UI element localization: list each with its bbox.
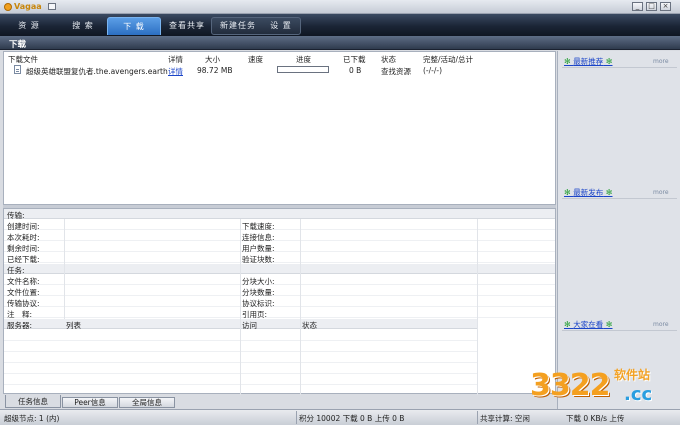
popular-link[interactable]: ✻ 大家在看 ✻	[564, 319, 613, 330]
task-settings-group: 新建任务 设 置	[211, 17, 301, 35]
file-size: 98.72 MB	[197, 66, 233, 75]
peer-counts: (-/-/-)	[423, 66, 443, 75]
more-link[interactable]: more	[653, 189, 669, 196]
latest-release-title: 最新发布	[573, 188, 604, 197]
section-header: 下载	[0, 36, 680, 50]
detail-row: 传输协议: 协议标识:	[4, 296, 555, 308]
progress-bar	[277, 66, 329, 73]
main-nav: 资 源 搜 索 下 载 查看共享 新建任务 设 置	[0, 14, 680, 36]
tab-view-shares[interactable]: 查看共享	[160, 17, 214, 35]
watermark-number: 3322	[530, 368, 610, 403]
settings-button[interactable]: 设 置	[262, 18, 300, 34]
latest-recommend-link[interactable]: ✻ 最新推荐 ✻	[564, 56, 613, 67]
app-logo-icon	[4, 3, 12, 11]
more-link[interactable]: more	[653, 58, 669, 65]
popular-title: 大家在看	[573, 320, 604, 329]
app-name: Vagaa	[14, 2, 42, 11]
star-icon: ✻	[603, 188, 613, 197]
status-separator	[477, 411, 478, 424]
star-icon: ✻	[603, 57, 613, 66]
column-divider	[64, 219, 65, 319]
tab-global-info[interactable]: 全局信息	[119, 397, 175, 408]
window-menu-icon[interactable]	[48, 3, 56, 10]
download-list[interactable]: 下载文件 详情 大小 速度 进度 已下载 状态 完整/活动/总计 超级英雄联盟复…	[3, 51, 556, 205]
transfer-section-header: 传输:	[4, 209, 555, 220]
star-icon: ✻	[564, 188, 574, 197]
points-status: 积分 10002 下载 0 B 上传 0 B	[299, 414, 405, 423]
latest-recommend-block: ✻ 最新推荐 ✻ more	[558, 54, 680, 68]
info-tabs: 任务信息 Peer信息 全局信息	[3, 395, 556, 409]
detail-row: 注 释: 引用页:	[4, 307, 555, 319]
file-name: 超级英雄联盟复仇者.the.avengers.earth	[26, 67, 168, 76]
download-status: 查找资源	[381, 67, 411, 76]
detail-row: 本次耗时: 连接信息:	[4, 230, 555, 242]
popular-block: ✻ 大家在看 ✻ more	[558, 317, 680, 331]
column-divider	[477, 219, 478, 395]
star-icon: ✻	[564, 320, 574, 329]
divider	[562, 198, 677, 199]
latest-recommend-title: 最新推荐	[573, 57, 604, 66]
watermark-site-name: 软件站	[614, 368, 651, 382]
task-section-header: 任务:	[4, 264, 555, 275]
detail-row: 剩余时间: 用户数量:	[4, 241, 555, 253]
recommendation-panel: ✻ 最新推荐 ✻ more ✻ 最新发布 ✻ more ✻ 大家在看 ✻ mor…	[557, 51, 680, 409]
title-bar: Vagaa _ □ ×	[0, 0, 680, 14]
tab-resources[interactable]: 资 源	[2, 17, 56, 35]
divider	[562, 67, 677, 68]
minimize-button[interactable]: _	[632, 2, 643, 11]
latest-release-block: ✻ 最新发布 ✻ more	[558, 185, 680, 199]
maximize-button[interactable]: □	[646, 2, 657, 11]
download-list-header: 下载文件 详情 大小 速度 进度 已下载 状态 完整/活动/总计	[4, 52, 555, 64]
detail-row: 文件位置: 分块数量:	[4, 285, 555, 297]
close-button[interactable]: ×	[660, 2, 671, 11]
column-divider	[300, 219, 301, 395]
section-title: 下载	[9, 40, 27, 50]
tab-peer-info[interactable]: Peer信息	[62, 397, 118, 408]
new-task-button[interactable]: 新建任务	[214, 18, 262, 34]
task-details-pane: 传输: 创建时间: 下载速度: 本次耗时: 连接信息: 剩余时间: 用户数量: …	[3, 208, 556, 395]
column-divider	[240, 219, 241, 395]
table-row[interactable]: 超级英雄联盟复仇者.the.avengers.earth 详情 98.72 MB…	[4, 64, 555, 76]
detail-row: 文件名称: 分块大小:	[4, 274, 555, 286]
super-nodes-status: 超级节点: 1 (内)	[4, 414, 60, 423]
more-link[interactable]: more	[653, 321, 669, 328]
downloaded-amount: 0 B	[349, 66, 362, 75]
details-link[interactable]: 详情	[168, 66, 183, 77]
divider	[562, 330, 677, 331]
detail-row: 已经下载: 验证块数:	[4, 252, 555, 264]
shared-calc-status: 共享计算: 空闲	[480, 414, 530, 423]
file-icon	[14, 65, 21, 74]
watermark-domain: .cc	[624, 384, 653, 405]
latest-release-link[interactable]: ✻ 最新发布 ✻	[564, 187, 613, 198]
tab-download[interactable]: 下 载	[107, 17, 161, 35]
status-separator	[296, 411, 297, 424]
detail-row: 创建时间: 下载速度:	[4, 219, 555, 231]
speed-status: 下载 0 KB/s 上传	[566, 414, 625, 423]
star-icon: ✻	[603, 320, 613, 329]
tab-search[interactable]: 搜 索	[56, 17, 110, 35]
site-watermark: 3322 软件站 .cc	[530, 362, 680, 412]
tab-task-info[interactable]: 任务信息	[5, 395, 61, 408]
star-icon: ✻	[564, 57, 574, 66]
